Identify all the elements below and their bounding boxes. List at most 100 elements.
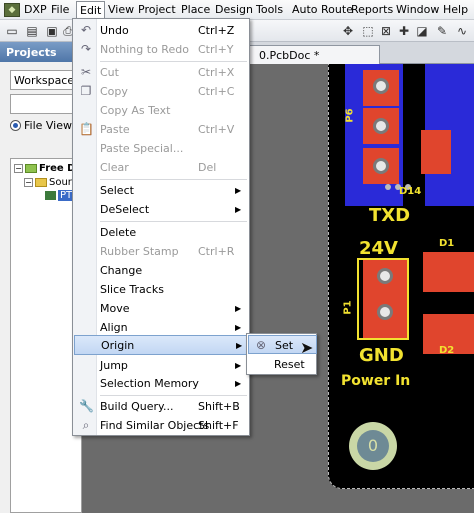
menu-separator xyxy=(100,395,247,396)
file-view-radio[interactable] xyxy=(10,120,21,131)
mouse-pointer-icon: ➤ xyxy=(300,338,314,357)
menu-item-label: DeSelect xyxy=(100,203,150,216)
undo-icon: ↶ xyxy=(80,23,92,37)
menu-item-label: Find Similar Objects xyxy=(100,419,210,432)
menu-file[interactable]: File xyxy=(51,3,69,16)
submenu-arrow-icon: ▶ xyxy=(235,361,242,370)
silkscreen-outline xyxy=(357,258,409,340)
file-view-label: File View xyxy=(24,119,73,132)
menu-item-find-similar-objects[interactable]: ⌕ Find Similar Objects Shift+F xyxy=(74,416,249,435)
menu-item-copy[interactable]: ❐ Copy Ctrl+C xyxy=(74,82,249,101)
menu-edit[interactable]: Edit xyxy=(76,1,106,19)
new-file-icon[interactable]: ▭ xyxy=(4,23,20,39)
pad[interactable] xyxy=(423,252,474,292)
move-icon[interactable]: ✥ xyxy=(340,23,356,39)
select-area-icon[interactable]: ⬚ xyxy=(360,23,376,39)
project-selector[interactable] xyxy=(10,94,80,114)
drill-hole xyxy=(373,118,389,134)
cut-icon: ✂ xyxy=(80,65,92,79)
tab-pcbdoc[interactable]: 0.PcbDoc * xyxy=(240,45,380,64)
menu-item-label: Reset xyxy=(274,358,305,371)
silk-label: D14 xyxy=(399,186,422,197)
menu-separator xyxy=(100,61,247,62)
tree-item-source[interactable]: − Sourc xyxy=(24,177,77,189)
menu-place[interactable]: Place xyxy=(181,3,210,16)
menu-bar: ◆ DXP File Edit View Project Place Desig… xyxy=(0,0,474,20)
menu-item-label: Jump xyxy=(100,359,128,372)
menu-item-deselect[interactable]: DeSelect ▶ xyxy=(74,200,249,219)
menu-item-origin-reset[interactable]: Reset xyxy=(248,355,317,374)
menu-item-shortcut: Shift+B xyxy=(198,400,240,413)
menu-item-shortcut: Del xyxy=(198,161,217,174)
menu-item-clear[interactable]: Clear Del xyxy=(74,158,249,177)
pad[interactable] xyxy=(363,148,399,184)
menu-item-label: Move xyxy=(100,302,130,315)
menu-item-label: Selection Memory xyxy=(100,377,199,390)
menu-item-shortcut: Shift+F xyxy=(198,419,239,432)
menu-help[interactable]: Help xyxy=(443,3,468,16)
submenu-arrow-icon: ▶ xyxy=(235,304,242,313)
pencil-icon[interactable]: ✎ xyxy=(434,23,450,39)
save-icon[interactable]: ▣ xyxy=(44,23,60,39)
menu-separator xyxy=(100,221,247,222)
menu-tools[interactable]: Tools xyxy=(256,3,283,16)
menu-view[interactable]: View xyxy=(108,3,134,16)
menu-item-cut[interactable]: ✂ Cut Ctrl+X xyxy=(74,63,249,82)
pad[interactable] xyxy=(363,70,399,106)
menu-item-origin[interactable]: Origin ▶ xyxy=(74,335,249,355)
pad[interactable] xyxy=(363,108,399,144)
collapse-icon[interactable]: − xyxy=(24,177,33,187)
menu-item-redo[interactable]: ↷ Nothing to Redo Ctrl+Y xyxy=(74,40,249,59)
mounting-hole[interactable]: 0 xyxy=(349,422,397,470)
silk-label: P1 xyxy=(342,300,354,315)
mounting-hole-label: 0 xyxy=(357,430,389,462)
menu-item-undo[interactable]: ↶ Undo Ctrl+Z xyxy=(74,21,249,40)
pad[interactable] xyxy=(421,130,451,174)
menu-item-label: Build Query... xyxy=(100,400,174,413)
menu-item-change[interactable]: Change xyxy=(74,261,249,280)
dxp-logo-icon[interactable]: ◆ xyxy=(4,3,20,17)
menu-item-label: Rubber Stamp xyxy=(100,245,179,258)
deselect-icon[interactable]: ⊠ xyxy=(378,23,394,39)
menu-reports[interactable]: Reports xyxy=(351,3,393,16)
menu-item-build-query[interactable]: 🔧 Build Query... Shift+B xyxy=(74,397,249,416)
menu-dxp[interactable]: DXP xyxy=(24,3,47,16)
projects-panel-title: Projects xyxy=(0,42,82,62)
menu-item-label: Undo xyxy=(100,24,129,37)
menu-item-label: Change xyxy=(100,264,143,277)
menu-item-select[interactable]: Select ▶ xyxy=(74,181,249,200)
cross-probe-icon[interactable]: ✚ xyxy=(396,23,412,39)
silk-label: GND xyxy=(359,345,404,366)
menu-window[interactable]: Window xyxy=(396,3,439,16)
menu-item-move[interactable]: Move ▶ xyxy=(74,299,249,318)
silk-label: TXD xyxy=(369,205,411,226)
open-file-icon[interactable]: ▤ xyxy=(24,23,40,39)
clear-icon[interactable]: ◪ xyxy=(414,23,430,39)
menu-item-label: Set xyxy=(275,339,294,352)
menu-item-label: Copy As Text xyxy=(100,104,171,117)
menu-item-shortcut: Ctrl+X xyxy=(198,66,235,79)
workspace-selector[interactable]: Workspace1.D xyxy=(10,70,80,90)
menu-auto-route[interactable]: Auto Route xyxy=(292,3,353,16)
menu-project[interactable]: Project xyxy=(138,3,176,16)
menu-item-paste[interactable]: 📋 Paste Ctrl+V xyxy=(74,120,249,139)
paste-icon: 📋 xyxy=(79,122,94,136)
origin-set-icon: ⊗ xyxy=(255,338,267,352)
collapse-icon[interactable]: − xyxy=(14,163,23,173)
menu-item-selection-memory[interactable]: Selection Memory ▶ xyxy=(74,374,249,393)
menu-item-copy-as-text[interactable]: Copy As Text xyxy=(74,101,249,120)
menu-item-slice-tracks[interactable]: Slice Tracks xyxy=(74,280,249,299)
menu-item-jump[interactable]: Jump ▶ xyxy=(74,356,249,375)
menu-item-shortcut: Ctrl+V xyxy=(198,123,235,136)
silk-label: 24V xyxy=(359,238,398,259)
submenu-arrow-icon: ▶ xyxy=(235,379,242,388)
route-icon[interactable]: ∿ xyxy=(454,23,470,39)
menu-item-delete[interactable]: Delete xyxy=(74,223,249,242)
menu-item-label: Cut xyxy=(100,66,119,79)
menu-item-shortcut: Ctrl+C xyxy=(198,85,235,98)
menu-item-paste-special[interactable]: Paste Special... xyxy=(74,139,249,158)
menu-design[interactable]: Design xyxy=(215,3,253,16)
menu-item-shortcut: Ctrl+R xyxy=(198,245,235,258)
menu-item-rubber-stamp[interactable]: Rubber Stamp Ctrl+R xyxy=(74,242,249,261)
folder-icon xyxy=(25,163,37,173)
